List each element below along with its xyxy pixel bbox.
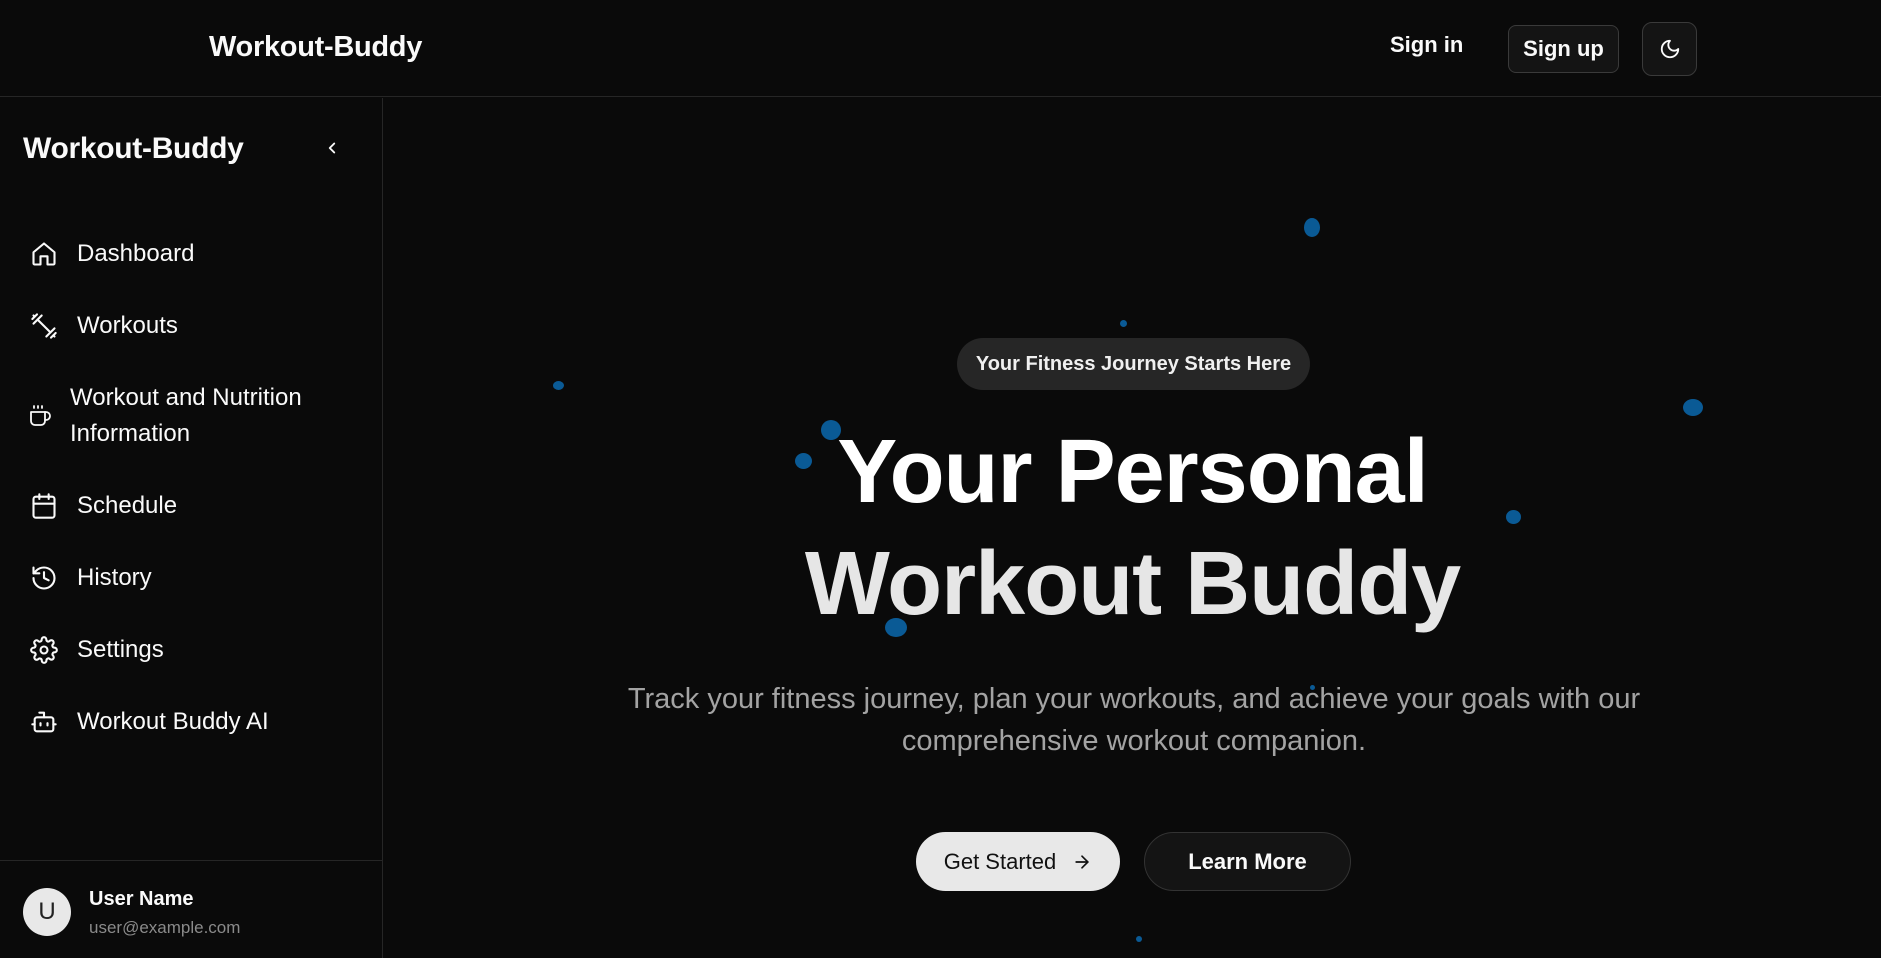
calendar-icon — [28, 490, 60, 522]
user-email: user@example.com — [89, 918, 241, 937]
gear-icon — [28, 634, 60, 666]
get-started-button[interactable]: Get Started — [916, 832, 1120, 891]
get-started-label: Get Started — [943, 848, 1057, 874]
hero-title: Your Personal Workout Buddy — [384, 416, 1881, 640]
particle-dot — [1683, 399, 1703, 416]
sidebar-item-dashboard[interactable]: Dashboard — [28, 236, 194, 272]
hero-title-line-1: Your Personal — [837, 422, 1429, 522]
dumbbell-icon — [28, 310, 60, 342]
moon-icon — [1660, 39, 1679, 59]
sidebar-item-nutrition[interactable]: Workout and Nutrition Information — [24, 380, 330, 452]
sign-in-link[interactable]: Sign in — [1390, 32, 1463, 58]
chevron-left-icon — [328, 142, 336, 154]
arrow-right-icon — [1075, 854, 1089, 869]
coffee-icon — [24, 400, 56, 432]
sidebar-item-label: Workout and Nutrition Information — [70, 384, 302, 447]
sidebar-item-label: Workout Buddy AI — [77, 708, 269, 735]
sidebar-item-label: Workouts — [77, 312, 178, 339]
theme-toggle-button[interactable] — [1642, 22, 1697, 76]
particle-dot — [553, 381, 564, 390]
sidebar-item-label: Dashboard — [77, 240, 195, 267]
hero-subtitle: Track your fitness journey, plan your wo… — [627, 683, 1641, 757]
hero-section: Your Fitness Journey Starts Here Your Pe… — [384, 98, 1881, 958]
sidebar-item-label: History — [77, 564, 152, 591]
header-brand[interactable]: Workout-Buddy — [209, 31, 422, 64]
top-header: Workout-Buddy Sign in Sign up — [0, 0, 1881, 97]
sidebar-item-ai[interactable]: Workout Buddy AI — [28, 704, 269, 740]
sidebar: Workout-Buddy Dashboard Workouts Workout… — [0, 98, 383, 958]
hero-badge: Your Fitness Journey Starts Here — [957, 338, 1310, 390]
user-name: User Name — [89, 888, 194, 910]
particle-dot — [1136, 936, 1142, 942]
sidebar-item-history[interactable]: History — [28, 560, 152, 596]
sidebar-brand[interactable]: Workout-Buddy — [23, 132, 244, 166]
bot-icon — [28, 706, 60, 738]
sidebar-item-label: Settings — [77, 636, 164, 663]
home-icon — [28, 238, 60, 270]
sidebar-item-schedule[interactable]: Schedule — [28, 488, 177, 524]
particle-dot — [1304, 218, 1320, 237]
sidebar-item-settings[interactable]: Settings — [28, 632, 164, 668]
hero-title-line-2: Workout Buddy — [804, 534, 1461, 634]
learn-more-button[interactable]: Learn More — [1144, 832, 1351, 891]
sidebar-collapse-button[interactable] — [320, 136, 344, 160]
history-icon — [28, 562, 60, 594]
avatar[interactable]: U — [23, 888, 71, 936]
particle-dot — [1120, 320, 1127, 327]
sign-up-button[interactable]: Sign up — [1508, 25, 1619, 73]
sidebar-item-workouts[interactable]: Workouts — [28, 308, 178, 344]
sidebar-item-label: Schedule — [77, 492, 178, 519]
user-profile[interactable]: U User Name user@example.com — [0, 860, 382, 958]
